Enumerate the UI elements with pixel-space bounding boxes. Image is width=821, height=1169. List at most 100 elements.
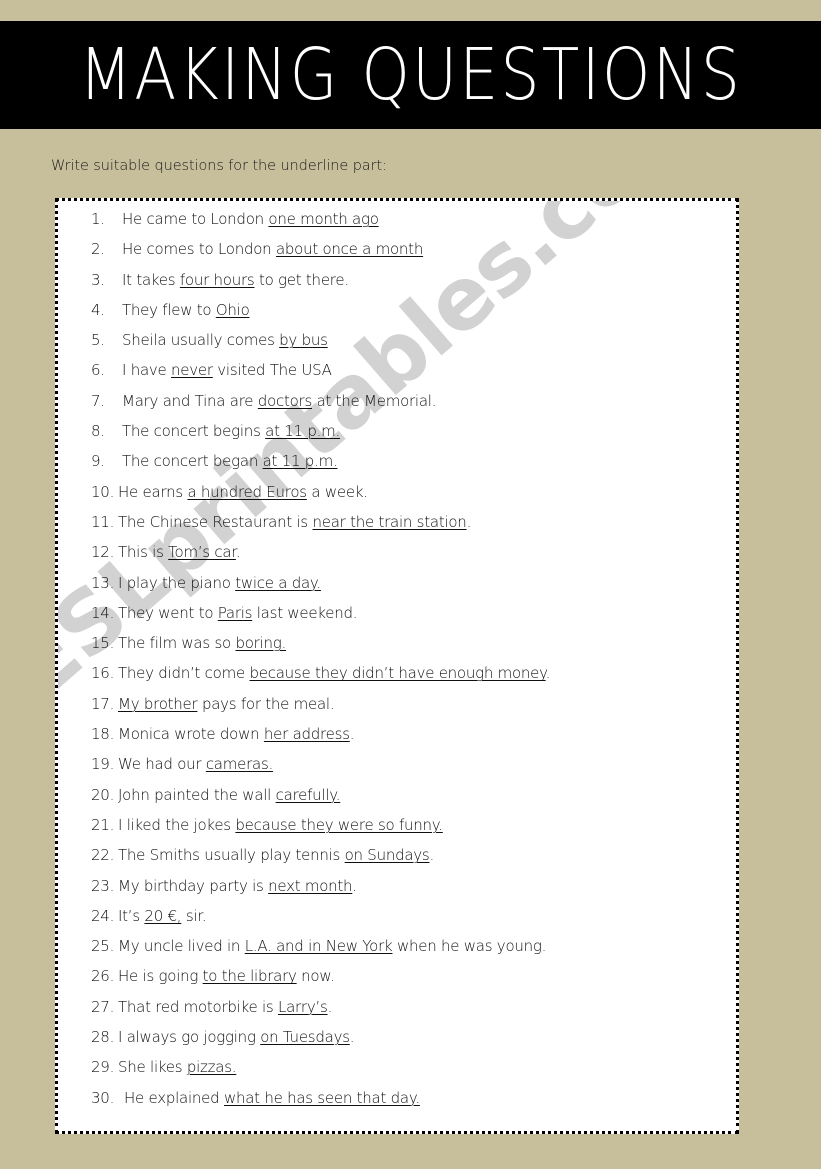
question-prefix: I always go jogging xyxy=(118,1028,261,1047)
question-number: 29. xyxy=(91,1058,115,1077)
instruction-text: Write suitable questions for the underli… xyxy=(51,158,387,174)
question-text: The Chinese Restaurant is near the train… xyxy=(118,513,471,531)
question-number: 9. xyxy=(91,452,105,471)
underlined-answer: a hundred Euros xyxy=(187,482,307,501)
question-suffix: . xyxy=(545,664,551,683)
question-row: 16. They didn’t come because they didn’t … xyxy=(58,664,736,694)
question-number: 1. xyxy=(91,210,105,228)
underlined-answer: near the train station xyxy=(312,512,467,531)
question-suffix: . xyxy=(327,997,333,1016)
question-number: 19. xyxy=(91,755,115,774)
question-number: 6. xyxy=(91,361,105,380)
question-row: 9. The concert began at 11 p.m. xyxy=(58,452,736,482)
question-number: 20. xyxy=(91,785,115,804)
question-row: 10. He earns a hundred Euros a week. xyxy=(58,482,736,513)
question-text: Sheila usually comes by bus xyxy=(122,331,328,349)
question-number: 8. xyxy=(91,422,105,441)
underlined-answer: pizzas. xyxy=(186,1058,237,1077)
question-prefix: He came to London xyxy=(122,210,269,228)
question-row: 22. The Smiths usually play tennis on Sun… xyxy=(58,846,736,876)
question-prefix: He earns xyxy=(118,482,188,501)
question-prefix: We had our xyxy=(118,755,206,774)
question-prefix: He comes to London xyxy=(122,240,276,259)
question-row: 29. She likes pizzas. xyxy=(58,1058,736,1088)
underlined-answer: because they were so funny. xyxy=(235,815,443,834)
question-row: 5. Sheila usually comes by bus xyxy=(58,331,736,361)
question-prefix: My uncle lived in xyxy=(118,937,245,956)
question-row: 2. He comes to London about once a month xyxy=(58,240,736,270)
question-row: 28. I always go jogging on Tuesdays. xyxy=(58,1028,736,1058)
question-row: 30. He explained what he has seen that da… xyxy=(58,1089,736,1119)
question-prefix: The concert began xyxy=(122,452,263,471)
question-prefix: They didn’t come xyxy=(118,664,250,683)
page-title: MAKING QUESTIONS xyxy=(78,32,743,117)
question-number: 26. xyxy=(91,967,115,986)
question-row: 7. Mary and Tina are doctors at the Memor… xyxy=(58,392,736,422)
question-text: I have never visited The USA xyxy=(122,361,332,379)
question-row: 11. The Chinese Restaurant is near the tr… xyxy=(58,513,736,543)
question-row: 24. It’s 20 €, sir. xyxy=(58,906,736,937)
question-text: My uncle lived in L.A. and in New York w… xyxy=(118,937,546,955)
question-number: 2. xyxy=(91,240,105,259)
question-suffix: . xyxy=(349,725,355,744)
question-number: 21. xyxy=(91,815,115,834)
question-suffix: pays for the meal. xyxy=(197,694,335,713)
question-row: 21. I liked the jokes because they were s… xyxy=(58,815,736,846)
question-number: 24. xyxy=(91,906,115,925)
question-suffix: . xyxy=(429,846,435,865)
underlined-answer: My brother xyxy=(118,694,198,713)
question-suffix: to get there. xyxy=(254,270,349,289)
underlined-answer: Tom’s car xyxy=(168,543,236,562)
question-number: 3. xyxy=(91,270,105,289)
underlined-answer: at 11 p.m. xyxy=(265,422,341,441)
question-suffix: . xyxy=(352,876,357,895)
question-text: I play the piano twice a day. xyxy=(118,574,321,592)
question-row: 1. He came to London one month ago xyxy=(58,210,736,240)
question-row: 25. My uncle lived in L.A. and in New Yor… xyxy=(58,937,736,967)
question-text: It’s 20 €, sir. xyxy=(118,907,207,925)
question-suffix: when he was young. xyxy=(392,937,547,956)
underlined-answer: one month ago xyxy=(268,210,379,228)
question-prefix: The Chinese Restaurant is xyxy=(118,512,313,531)
question-row: 6. I have never visited The USA xyxy=(58,361,736,391)
question-number: 27. xyxy=(91,997,115,1016)
question-number: 22. xyxy=(91,846,115,865)
question-prefix: I play the piano xyxy=(118,573,236,592)
question-number: 28. xyxy=(91,1028,115,1047)
question-row: 23. My birthday party is next month. xyxy=(58,876,736,907)
underlined-answer: by bus xyxy=(279,331,328,350)
question-number: 17. xyxy=(91,694,115,713)
underlined-answer: carefully. xyxy=(275,785,341,804)
underlined-answer: twice a day. xyxy=(235,573,321,592)
question-row: 17. My brother pays for the meal. xyxy=(58,694,736,725)
question-prefix: Monica wrote down xyxy=(118,725,264,744)
question-text: The concert begins at 11 p.m. xyxy=(122,422,340,440)
question-number: 18. xyxy=(91,725,115,744)
question-row: 12. This is Tom’s car. xyxy=(58,543,736,573)
question-row: 18. Monica wrote down her address. xyxy=(58,725,736,755)
question-number: 10. xyxy=(91,482,115,501)
underlined-answer: next month xyxy=(268,876,353,895)
question-prefix: This is xyxy=(118,543,169,562)
question-text: My birthday party is next month. xyxy=(118,877,357,895)
underlined-answer: because they didn’t have enough money xyxy=(249,664,546,683)
question-row: 15. The film was so boring. xyxy=(58,634,736,664)
question-suffix: . xyxy=(466,512,472,531)
question-text: John painted the wall carefully. xyxy=(118,785,341,804)
question-row: 27. That red motorbike is Larry’s. xyxy=(58,997,736,1028)
question-number: 16. xyxy=(91,664,115,683)
question-text: I liked the jokes because they were so f… xyxy=(118,816,443,834)
question-text: I always go jogging on Tuesdays. xyxy=(118,1028,355,1047)
underlined-answer: at 11 p.m. xyxy=(262,452,338,471)
question-suffix: last weekend. xyxy=(252,603,358,622)
question-prefix: The film was so xyxy=(118,634,236,653)
question-prefix: The concert begins xyxy=(122,422,266,441)
question-prefix: Sheila usually comes xyxy=(122,331,280,350)
exercise-box: ESLprintables.com 1. He came to London on… xyxy=(55,198,739,1134)
question-text: They flew to Ohio xyxy=(122,301,250,319)
question-number: 23. xyxy=(91,876,115,895)
question-prefix: She likes xyxy=(118,1058,187,1077)
question-text: My brother pays for the meal. xyxy=(118,694,335,713)
question-list: 1. He came to London one month ago 2. He co… xyxy=(58,201,736,1119)
question-text: He came to London one month ago xyxy=(122,210,379,228)
